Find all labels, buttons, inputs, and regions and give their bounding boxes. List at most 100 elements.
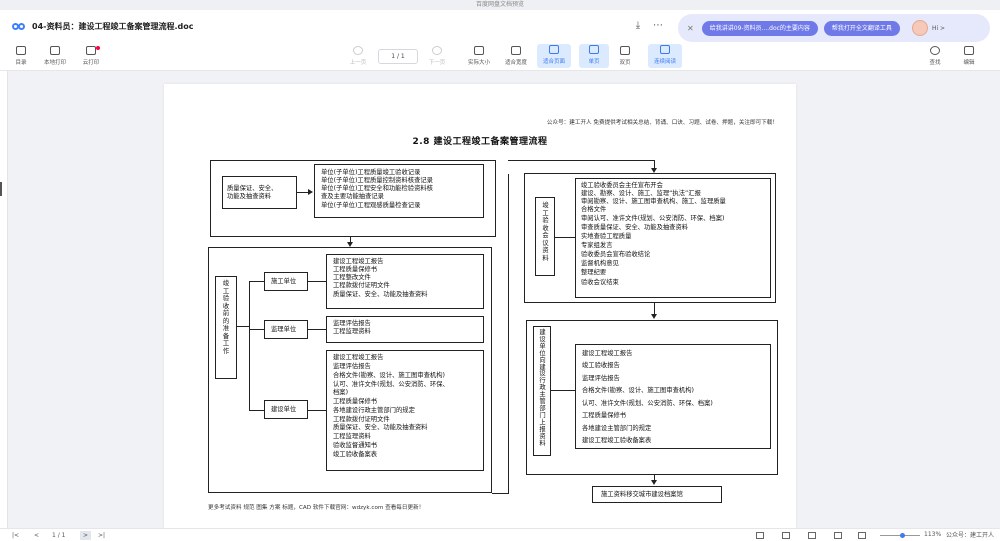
- page-heading: 2.8 建设工程竣工备案管理流程: [412, 137, 548, 147]
- local-print-button[interactable]: 本地打印: [38, 46, 72, 66]
- quality-assurance-label-2: 功能及抽查资料: [227, 193, 272, 200]
- archive-transfer-label: 施工资料移交城市建设档案馆: [601, 491, 683, 498]
- assistant-avatar[interactable]: [911, 20, 928, 36]
- doc-line: 工程整改文件: [333, 274, 371, 281]
- close-icon[interactable]: ✕: [687, 24, 694, 33]
- acceptance-steps-box: 竣工验收委员会主任宣布开会 建设、勘察、设计、施工、监理“执法”汇报 审阅勘察、…: [575, 178, 771, 298]
- scroll-marker[interactable]: [0, 182, 2, 196]
- double-page-icon: [620, 46, 630, 55]
- window-caption: 百度网盘文档预览: [0, 0, 1000, 10]
- doc-line: 验收监督通知书: [333, 442, 378, 449]
- doc-line: 档案): [333, 389, 349, 396]
- acceptance-vertical-label: 竣工验收会议资料: [542, 202, 549, 262]
- view-mode-icon[interactable]: [782, 532, 790, 539]
- doc-line: 工程款拨付证明文件: [333, 416, 390, 423]
- fit-width-icon: [511, 46, 521, 55]
- left-gutter: [0, 71, 8, 528]
- step-line: 竣工验收委员会主任宣布开会: [581, 182, 663, 189]
- next-page-button[interactable]: 下一页: [420, 46, 454, 66]
- prep-vertical-box: 竣工验收前的准备工作: [215, 276, 237, 379]
- status-right-text: 公众号：建工开人: [946, 532, 995, 539]
- quality-assurance-label-1: 质量保证、安全、: [227, 185, 278, 192]
- doc-line: 合格文件(勘察、设计、施工图审查机构): [333, 372, 445, 379]
- owner-unit-label: 建设单位: [271, 406, 297, 413]
- notification-dot: [96, 46, 100, 50]
- next-page-icon[interactable]: >: [80, 531, 92, 540]
- find-button[interactable]: 查找: [922, 46, 948, 66]
- cloud-printer-icon: [86, 46, 96, 55]
- zoom-handle[interactable]: [900, 533, 905, 538]
- construction-unit-box: 施工单位: [264, 272, 308, 291]
- step-line: 合格文件: [581, 206, 607, 213]
- ai-translate-button[interactable]: 帮我打开全文翻译工具: [823, 20, 900, 36]
- view-mode-icon[interactable]: [756, 532, 764, 539]
- construction-unit-label: 施工单位: [271, 278, 297, 285]
- report-line: 竣工验收报告: [582, 362, 620, 369]
- report-line: 认可、准许文件(规划、公安消防、环保、档案): [582, 400, 713, 407]
- prev-page-button[interactable]: 上一页: [341, 46, 375, 66]
- record-line: 单位(子单位)工程质量控制资料核查记录: [321, 177, 433, 184]
- doc-line: 各地建设行政主管部门的规定: [333, 407, 415, 414]
- ai-greeting[interactable]: Hi >: [932, 25, 945, 32]
- step-line: 监督机构意见: [581, 260, 619, 267]
- doc-line: 工程质量保修书: [333, 398, 378, 405]
- status-page-number[interactable]: 1 / 1: [52, 531, 65, 540]
- owner-docs-box: 建设工程竣工报告 监理评估报告 合格文件(勘察、设计、施工图审查机构) 认可、准…: [326, 350, 484, 471]
- supervision-unit-label: 监理单位: [271, 326, 297, 333]
- prev-page-icon[interactable]: <: [34, 531, 39, 540]
- share-icon[interactable]: ⋯: [652, 20, 664, 32]
- footer-note: 更多考试资料 规范 图集 方案 标题，CAD 软件下载官网：wdzyk.com …: [208, 505, 425, 511]
- step-line: 验收委员会宣布验收结论: [581, 251, 651, 258]
- archive-transfer-box: 施工资料移交城市建设档案馆: [592, 486, 722, 503]
- doc-line: 质量保证、安全、功能及抽查资料: [333, 291, 428, 298]
- doc-line: 工程监理资料: [333, 433, 371, 440]
- step-line: 专家组发言: [581, 242, 613, 249]
- document-title: 04-资料员：建设工程竣工备案管理流程.doc: [32, 21, 194, 31]
- step-line: 审阅认可、准许文件(规划、公安消防、环保、档案): [581, 215, 725, 222]
- toc-button[interactable]: 目录: [4, 46, 38, 66]
- record-line: 单位(子单位)工程观感质量检查记录: [321, 202, 421, 209]
- page-number-field[interactable]: 1 / 1: [378, 49, 418, 64]
- quality-assurance-box: 质量保证、安全、 功能及抽查资料: [222, 176, 297, 209]
- document-page: 公众号：建工开人 免费提供考试相关总结、背诵、口诀、习题、试卷、押题，关注即可下…: [164, 84, 796, 528]
- step-line: 验收会议结束: [581, 279, 619, 286]
- doc-line: 工程监理资料: [333, 328, 371, 335]
- doc-line: 建设工程竣工报告: [333, 354, 384, 361]
- actual-size-button[interactable]: 实际大小: [462, 46, 496, 66]
- report-line: 合格文件(勘察、设计、施工图审查机构): [582, 387, 694, 394]
- view-mode-icon[interactable]: [858, 532, 866, 539]
- step-line: 审查质量保证、安全、功能及抽查资料: [581, 224, 689, 231]
- doc-line: 工程款拨付证明文件: [333, 282, 390, 289]
- actual-size-icon: [474, 46, 484, 55]
- fit-page-button[interactable]: 适合页面: [537, 44, 571, 68]
- report-line: 监理评估报告: [582, 375, 620, 382]
- acceptance-records-box: 单位(子单位)工程质量竣工验收记录 单位(子单位)工程质量控制资料核查记录 单位…: [314, 164, 484, 218]
- fit-width-button[interactable]: 适合宽度: [499, 46, 533, 66]
- cloud-print-button[interactable]: 云打印: [74, 46, 108, 66]
- first-page-icon[interactable]: |<: [12, 531, 19, 540]
- fit-page-icon: [549, 45, 559, 54]
- ai-assistant-bar: ✕ 给我讲讲09-资料员....doc的主要内容 帮我打开全文翻译工具 Hi >: [678, 14, 990, 42]
- publisher-note: 公众号：建工开人 免费提供考试相关总结、背诵、口诀、习题、试卷、押题，关注即可下…: [546, 120, 778, 126]
- step-line: 整理纪要: [581, 269, 607, 276]
- report-vertical-label: 建设单位向建设行政主管部门上报资料: [539, 329, 546, 447]
- view-mode-icon[interactable]: [808, 532, 816, 539]
- report-line: 工程质量保修书: [582, 412, 627, 419]
- construction-docs-box: 建设工程竣工报告 工程质量保修书 工程整改文件 工程款拨付证明文件 质量保证、安…: [326, 254, 484, 309]
- ai-summary-button[interactable]: 给我讲讲09-资料员....doc的主要内容: [701, 20, 818, 36]
- double-page-button[interactable]: 双页: [610, 46, 640, 66]
- single-page-icon: [589, 45, 599, 54]
- continuous-read-button[interactable]: 连续阅读: [648, 44, 682, 68]
- report-line: 建设工程竣工验收备案表: [582, 437, 652, 444]
- last-page-icon[interactable]: >|: [98, 531, 105, 540]
- status-bar: |< < 1 / 1 > >| 113% 公众号：建工开人: [0, 528, 1000, 541]
- doc-line: 质量保证、安全、功能及抽查资料: [333, 424, 428, 431]
- report-vertical-box: 建设单位向建设行政主管部门上报资料: [533, 326, 551, 456]
- record-line: 单位(子单位)工程安全和功能检验资料核: [321, 185, 433, 192]
- supervision-docs-box: 监理评估报告 工程监理资料: [326, 316, 484, 343]
- single-page-button[interactable]: 单页: [579, 44, 609, 68]
- chevron-down-icon: [432, 46, 442, 55]
- download-icon[interactable]: ⤓: [632, 20, 644, 32]
- edit-button[interactable]: 编辑: [956, 46, 982, 66]
- view-mode-icon[interactable]: [834, 532, 842, 539]
